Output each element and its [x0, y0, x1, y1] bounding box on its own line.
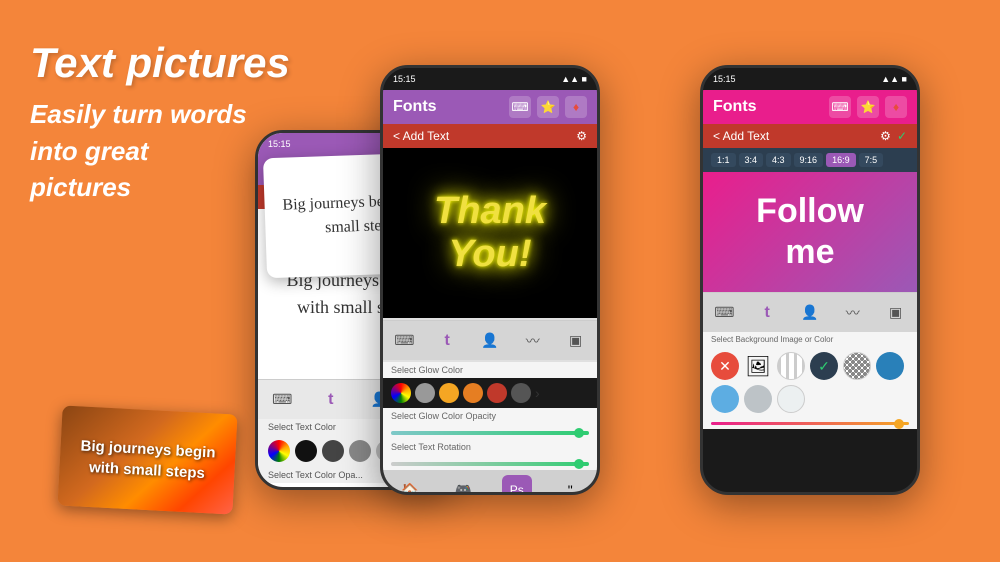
phone3-tool-row: ⌨ t 👤 〰 ▣	[703, 292, 917, 332]
phone2-opacity-slider[interactable]	[383, 424, 597, 439]
p2-rainbow[interactable]	[391, 383, 411, 403]
phone2-bottom-nav: 🏠 🎮 Ps "	[383, 470, 597, 495]
chevron-right-icon: ›	[535, 385, 540, 401]
p3-blue[interactable]	[876, 352, 904, 380]
black-color[interactable]	[295, 440, 317, 462]
darkgray-color[interactable]	[322, 440, 344, 462]
p3-darkbg[interactable]: ✓	[810, 352, 838, 380]
p3-white[interactable]	[777, 385, 805, 413]
p3-font-btn[interactable]: t	[752, 298, 782, 328]
phone2-tool-row: ⌨ t 👤 〰 ▣	[383, 320, 597, 360]
p2-keyboard-btn[interactable]: ⌨	[389, 326, 419, 356]
phone3-toolbar: ⌨ t 👤 〰 ▣	[703, 292, 917, 332]
p3-face-btn[interactable]: 👤	[795, 298, 825, 328]
ratio-3-4[interactable]: 3:4	[739, 153, 764, 167]
opacity-thumb	[574, 428, 584, 438]
phone2-keyboard-icon[interactable]: ⌨	[509, 96, 531, 118]
ratio-1-1[interactable]: 1:1	[711, 153, 736, 167]
ratio-4-3[interactable]: 4:3	[766, 153, 791, 167]
phone2-canvas: Thank You!	[383, 148, 597, 318]
p2-wave-btn[interactable]: 〰	[518, 326, 548, 356]
p3-more-btn[interactable]: ▣	[881, 298, 911, 328]
p2-red[interactable]	[487, 383, 507, 403]
rotation-track	[391, 462, 589, 466]
p3-wave-btn[interactable]: 〰	[838, 298, 868, 328]
p2-darkgray[interactable]	[511, 383, 531, 403]
phone3-bottom-slider[interactable]	[703, 418, 917, 429]
p3-keyboard-btn[interactable]: ⌨	[709, 298, 739, 328]
phone2-add-text[interactable]: < Add Text ⚙	[383, 124, 597, 148]
p2-quote-nav[interactable]: "	[555, 475, 585, 495]
p3-dots[interactable]	[843, 352, 871, 380]
phone3-star-icon[interactable]: ⭐	[857, 96, 879, 118]
p2-orange2[interactable]	[463, 383, 483, 403]
hero-title: Text pictures	[30, 40, 290, 86]
p3-light[interactable]	[744, 385, 772, 413]
phone2-opacity-label: Select Glow Color Opacity	[383, 408, 597, 424]
phone2-status-bar: 15:15 ▲▲ ■	[383, 68, 597, 90]
phone2-gem-icon[interactable]: ♦	[565, 96, 587, 118]
p2-orange[interactable]	[439, 383, 459, 403]
phone2-toolbar: ⌨ t 👤 〰 ▣	[383, 318, 597, 362]
phone-2: 15:15 ▲▲ ■ Fonts ⌨ ⭐ ♦ < Add Text ⚙ Than…	[380, 65, 600, 495]
phone3-header: Fonts ⌨ ⭐ ♦	[703, 90, 917, 124]
p2-home-nav[interactable]: 🏠	[395, 475, 425, 495]
phone-3: 15:15 ▲▲ ■ Fonts ⌨ ⭐ ♦ < Add Text ⚙ ✓ 1:…	[700, 65, 920, 495]
phone3-add-text[interactable]: < Add Text ⚙ ✓	[703, 124, 917, 148]
p2-edit-nav[interactable]: Ps	[502, 475, 532, 495]
phone3-header-actions: ⚙ ✓	[880, 129, 907, 143]
phone2-header: Fonts ⌨ ⭐ ♦	[383, 90, 597, 124]
ratio-16-9[interactable]: 16:9	[826, 153, 856, 167]
phone3-header-icons: ⌨ ⭐ ♦	[829, 96, 907, 118]
phone3-keyboard-icon[interactable]: ⌨	[829, 96, 851, 118]
phone3-canvas: Follow me	[703, 172, 917, 292]
phone3-title: Fonts	[713, 98, 757, 116]
phone2-header-icons: ⌨ ⭐ ♦	[509, 96, 587, 118]
bottom-slider-thumb	[894, 419, 904, 429]
phone3-bg-options: ✕ 🖼 ✓	[703, 347, 917, 418]
card-photo-text: Big journeys begin with small steps	[58, 424, 236, 495]
phone3-gem-icon[interactable]: ♦	[885, 96, 907, 118]
hero-section: Text pictures Easily turn words into gre…	[30, 40, 290, 205]
phone2-star-icon[interactable]: ⭐	[537, 96, 559, 118]
bottom-slider-track	[711, 422, 909, 425]
ratio-7-5[interactable]: 7:5	[859, 153, 884, 167]
phone2-glow-text: Thank You!	[434, 190, 546, 276]
hero-subtitle: Easily turn words into great pictures	[30, 96, 290, 205]
phone2-rotation-label: Select Text Rotation	[383, 439, 597, 455]
phone1-keyboard-btn[interactable]: ⌨	[267, 385, 297, 415]
card-photo: Big journeys begin with small steps	[58, 405, 238, 514]
phone1-font-btn[interactable]: t	[316, 385, 346, 415]
phone3-follow-text: Follow me	[756, 191, 864, 273]
p2-more-btn[interactable]: ▣	[561, 326, 591, 356]
opacity-track	[391, 431, 589, 435]
phone3-aspect-ratios: 1:1 3:4 4:3 9:16 16:9 7:5	[703, 148, 917, 172]
p3-close-btn[interactable]: ✕	[711, 352, 739, 380]
phone2-glow-label: Select Glow Color	[383, 362, 597, 378]
p2-font-btn[interactable]: t	[432, 326, 462, 356]
phone2-title: Fonts	[393, 98, 437, 116]
phone3-status-bar: 15:15 ▲▲ ■	[703, 68, 917, 90]
p3-stripes[interactable]	[777, 352, 805, 380]
rainbow-color[interactable]	[268, 440, 290, 462]
ratio-9-16[interactable]: 9:16	[794, 153, 824, 167]
phone2-rotation-slider[interactable]	[383, 455, 597, 470]
p2-gray1[interactable]	[415, 383, 435, 403]
p3-image-btn[interactable]: 🖼	[744, 352, 772, 380]
p2-face-btn[interactable]: 👤	[475, 326, 505, 356]
gray-color[interactable]	[349, 440, 371, 462]
p3-lightblue[interactable]	[711, 385, 739, 413]
phone3-bg-label: Select Background Image or Color	[703, 332, 917, 347]
p2-game-nav[interactable]: 🎮	[448, 475, 478, 495]
phone2-glow-colors: ›	[383, 378, 597, 408]
rotation-thumb	[574, 459, 584, 469]
